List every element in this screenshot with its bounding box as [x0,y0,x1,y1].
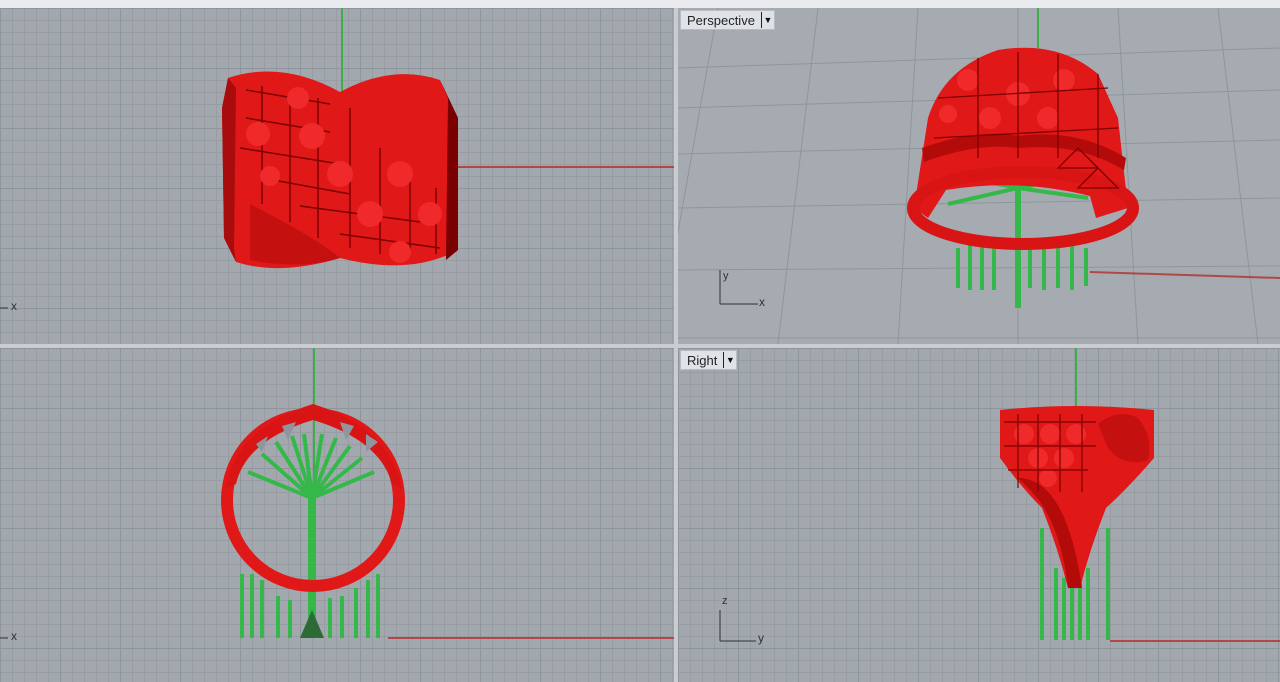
right-view-canvas [719,348,1280,642]
window-top-strip [0,0,1280,8]
y-axis-label: y [758,631,764,645]
viewport-right[interactable]: Right ▼ z y [678,348,1280,682]
ring-perspective-shape [907,47,1139,250]
perspective-view-canvas [678,8,1280,344]
ring-right-shape [1000,406,1154,588]
chevron-down-icon[interactable]: ▼ [760,12,774,28]
viewport-front[interactable]: x [0,348,674,682]
x-axis-label: x [759,295,765,309]
viewport-perspective-label: Perspective [687,12,755,28]
top-view-canvas [0,8,674,309]
viewport-perspective[interactable]: Perspective ▼ y x [678,8,1280,344]
viewport-right-tab[interactable]: Right ▼ [680,350,738,370]
x-axis-line [1089,271,1280,279]
chevron-down-icon[interactable]: ▼ [723,352,736,368]
y-axis-label: y [723,270,729,282]
viewport-perspective-tab[interactable]: Perspective ▼ [680,10,775,30]
x-axis-label: x [11,299,17,313]
front-view-canvas [0,348,674,639]
viewport-right-label: Right [687,352,718,368]
supports-green [240,433,380,638]
z-axis-label: z [722,595,728,607]
ring-top-shape [222,71,458,269]
viewport-top[interactable]: x [0,8,674,344]
x-axis-label: x [11,629,17,643]
